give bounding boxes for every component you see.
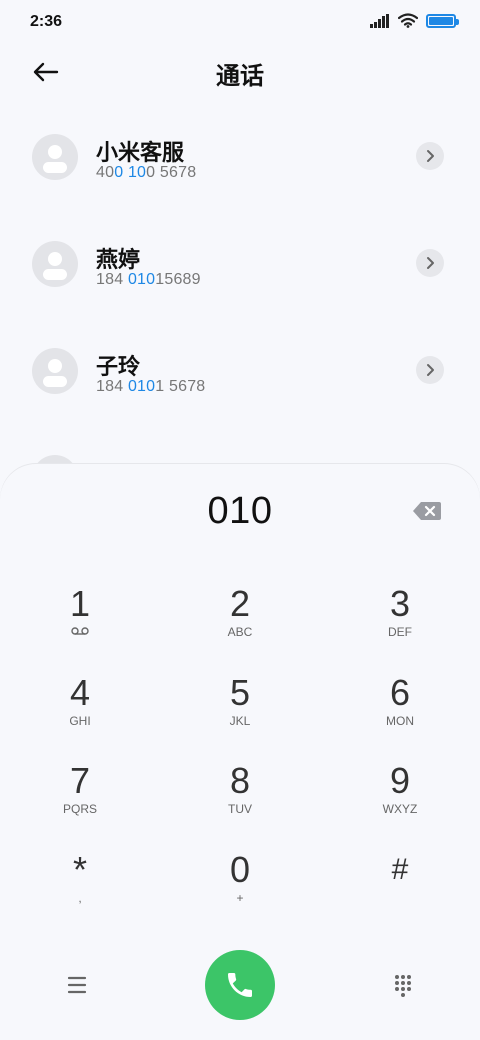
key-4[interactable]: 4 GHI [20, 673, 140, 753]
dialpad-toggle-button[interactable] [388, 972, 418, 998]
header: 通话 [0, 44, 480, 100]
key-hash[interactable]: # [340, 850, 460, 930]
contact-number: 400 100 5678 [96, 164, 197, 181]
key-9[interactable]: 9 WXYZ [340, 761, 460, 841]
status-icons [370, 13, 459, 28]
dialer-bottom-bar [0, 950, 480, 1020]
avatar [32, 241, 78, 287]
contact-name: 子玲 [96, 354, 141, 379]
contact-row[interactable]: 小米客服 400 100 5678 [0, 104, 480, 211]
key-2[interactable]: 2 ABC [180, 584, 300, 664]
contact-name: 小米客服 [96, 140, 185, 165]
backspace-button[interactable] [412, 500, 442, 522]
contact-number: 184 01015689 [96, 271, 201, 288]
contact-detail-button[interactable] [416, 249, 444, 277]
menu-button[interactable] [62, 972, 92, 998]
contact-row[interactable]: 燕婷 184 01015689 [0, 211, 480, 318]
key-0[interactable]: 0 + [180, 850, 300, 930]
avatar [32, 348, 78, 394]
menu-icon [67, 976, 87, 994]
key-5[interactable]: 5 JKL [180, 673, 300, 753]
phone-icon [228, 973, 252, 997]
contact-row[interactable]: 子玲 184 0101 5678 [0, 318, 480, 425]
key-8[interactable]: 8 TUV [180, 761, 300, 841]
chevron-right-icon [427, 257, 434, 269]
key-1[interactable]: 1 [20, 584, 140, 664]
dialpad-icon [395, 975, 411, 997]
contact-detail-button[interactable] [416, 142, 444, 170]
status-bar: 2:36 [0, 0, 480, 44]
signal-icon [370, 13, 389, 28]
key-6[interactable]: 6 MON [340, 673, 460, 753]
wifi-icon [398, 13, 418, 28]
dialer-panel: 010 1 2 ABC 3 DEF 4 GHI 5 JKL 6 MON 7 PQ… [0, 464, 480, 1040]
avatar [32, 134, 78, 180]
contact-detail-button[interactable] [416, 356, 444, 384]
chevron-right-icon [427, 364, 434, 376]
page-title: 通话 [216, 63, 264, 90]
dial-input-display[interactable]: 010 [0, 490, 480, 533]
chevron-right-icon [427, 150, 434, 162]
backspace-icon [413, 502, 441, 520]
call-button[interactable] [205, 950, 275, 1020]
contact-number: 184 0101 5678 [96, 378, 206, 395]
battery-icon [426, 13, 459, 28]
status-time: 2:36 [30, 13, 63, 30]
key-3[interactable]: 3 DEF [340, 584, 460, 664]
key-7[interactable]: 7 PQRS [20, 761, 140, 841]
voicemail-icon [71, 627, 89, 635]
key-star[interactable]: * , [20, 850, 140, 930]
contact-name: 燕婷 [96, 247, 141, 272]
